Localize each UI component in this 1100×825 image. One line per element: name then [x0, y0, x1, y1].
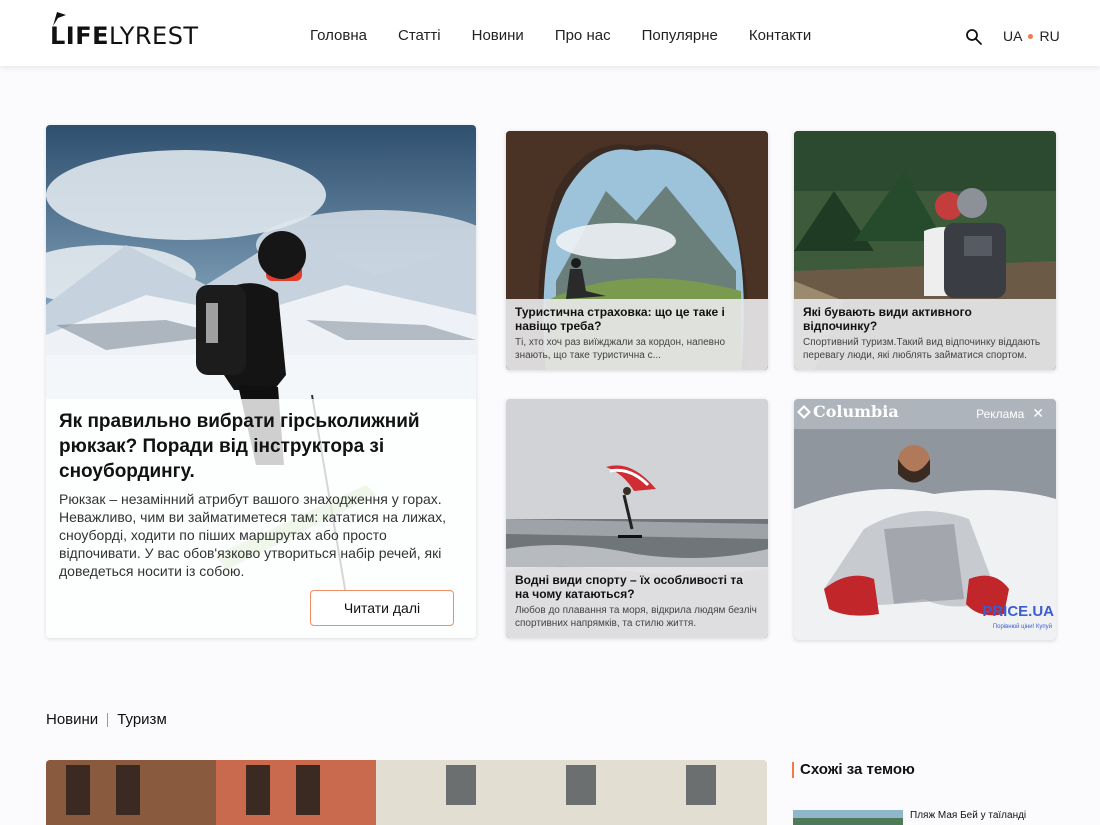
nav-articles[interactable]: Статті: [398, 27, 441, 44]
card-title[interactable]: Які бувають види активного відпочинку?: [803, 305, 1043, 333]
site-header: LIFELYREST Головна Статті Новини Про нас…: [0, 0, 1100, 66]
lang-ua[interactable]: UA: [1003, 28, 1022, 44]
featured-title[interactable]: Як правильно вибрати гірськолижний рюкза…: [59, 409, 459, 484]
ad-price-subtext: Порівнюй ціни! Купуй: [992, 624, 1052, 630]
ad-brand-logo: Columbia: [797, 402, 899, 421]
related-title: Схожі за темою: [800, 761, 915, 778]
logo-flag-icon: [53, 12, 66, 26]
nav-news[interactable]: Новини: [472, 27, 524, 44]
logo-light-text: LYREST: [109, 22, 199, 50]
related-item-title[interactable]: Пляж Мая Бей у таїланді: [910, 810, 1026, 821]
breadcrumb-news[interactable]: Новини: [46, 711, 98, 728]
featured-article-card[interactable]: Як правильно вибрати гірськолижний рюкза…: [46, 125, 476, 638]
language-switcher: UA RU: [1003, 28, 1060, 44]
card-title[interactable]: Водні види спорту – їх особливості та на…: [515, 573, 755, 601]
site-logo[interactable]: LIFELYREST: [50, 12, 199, 48]
read-more-button[interactable]: Читати далі: [310, 590, 454, 626]
advertisement-card[interactable]: Columbia Реклама ✕ PRICE.UA Порівнюй цін…: [794, 399, 1056, 640]
breadcrumb: Новини Туризм: [46, 711, 167, 728]
nav-about[interactable]: Про нас: [555, 27, 611, 44]
related-section-heading: Схожі за темою: [792, 761, 915, 778]
ad-brand-name: Columbia: [813, 402, 899, 421]
related-accent-bar: [792, 761, 794, 778]
article-card-water-sports[interactable]: Водні види спорту – їх особливості та на…: [506, 399, 768, 638]
nav-popular[interactable]: Популярне: [642, 27, 718, 44]
search-icon[interactable]: [965, 28, 983, 46]
close-icon[interactable]: ✕: [1032, 405, 1044, 422]
ad-price-brand: PRICE.UA: [982, 603, 1054, 620]
breadcrumb-separator: [107, 712, 109, 727]
nav-home[interactable]: Головна: [310, 27, 367, 44]
columbia-diamond-icon: [797, 404, 811, 419]
related-thumb-image[interactable]: [793, 810, 903, 825]
city-buildings-image: [46, 760, 767, 825]
breadcrumb-tourism[interactable]: Туризм: [117, 711, 167, 728]
lang-separator-dot: [1028, 33, 1034, 39]
featured-excerpt: Рюкзак – незамінний атрибут вашого знахо…: [59, 491, 446, 579]
nav-contacts[interactable]: Контакти: [749, 27, 811, 44]
lang-ru[interactable]: RU: [1039, 28, 1059, 44]
card-excerpt: Спортивний туризм.Такий вид відпочинку в…: [803, 337, 1041, 361]
ad-label-text: Реклама: [976, 406, 1025, 421]
article-card-insurance[interactable]: Туристична страховка: що це таке і навіщ…: [506, 131, 768, 370]
main-nav: Головна Статті Новини Про нас Популярне …: [310, 27, 842, 44]
ad-label: Реклама ✕: [976, 405, 1044, 422]
card-excerpt: Ті, хто хоч раз виїжджали за кордон, нап…: [515, 337, 726, 361]
card-excerpt: Любов до плавання та моря, відкрила людя…: [515, 605, 757, 629]
card-title[interactable]: Туристична страховка: що це таке і навіщ…: [515, 305, 755, 333]
article-card-active-rest[interactable]: Які бувають види активного відпочинку? С…: [794, 131, 1056, 370]
